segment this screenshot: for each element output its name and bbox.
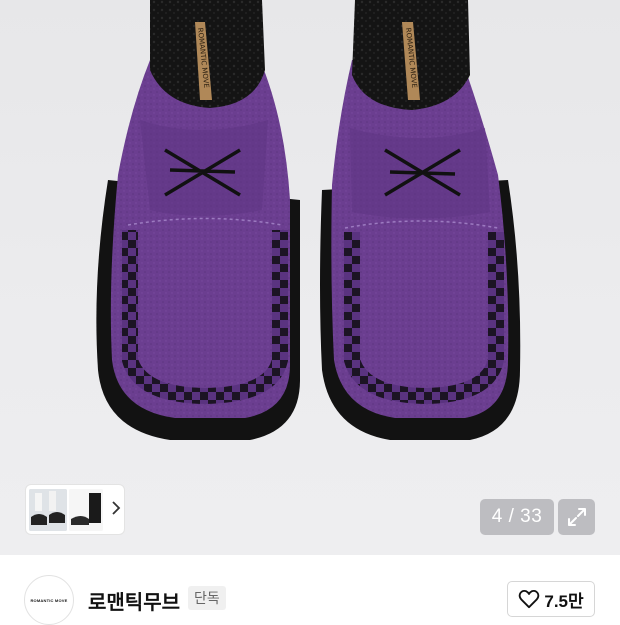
brand-logo[interactable]: ROMANTIC MOVE bbox=[24, 575, 74, 625]
chevron-right-icon[interactable] bbox=[111, 500, 121, 519]
thumbnail-image[interactable] bbox=[69, 488, 103, 531]
product-image: ROMANTIC MOVE ROMANTIC MOVE bbox=[96, 0, 521, 440]
image-counter: 4 / 33 bbox=[480, 499, 554, 535]
brand-bar: ROMANTIC MOVE 로맨틱무브 단독 7.5만 bbox=[0, 555, 620, 625]
heart-outline-icon bbox=[519, 589, 540, 609]
thumbnail-image[interactable] bbox=[29, 488, 67, 531]
expand-button[interactable] bbox=[558, 499, 595, 535]
product-image-gallery[interactable]: ROMANTIC MOVE ROMANTIC MOVE 4 / 33 bbox=[0, 0, 620, 555]
expand-icon bbox=[567, 508, 586, 526]
like-count: 7.5만 bbox=[544, 591, 584, 611]
like-button[interactable]: 7.5만 bbox=[507, 581, 595, 617]
thumbnail-strip[interactable] bbox=[25, 484, 125, 535]
right-shoe: ROMANTIC MOVE bbox=[320, 0, 521, 440]
brand-name[interactable]: 로맨틱무브 bbox=[88, 586, 180, 615]
left-shoe: ROMANTIC MOVE bbox=[96, 0, 300, 440]
exclusive-badge: 단독 bbox=[188, 586, 226, 610]
